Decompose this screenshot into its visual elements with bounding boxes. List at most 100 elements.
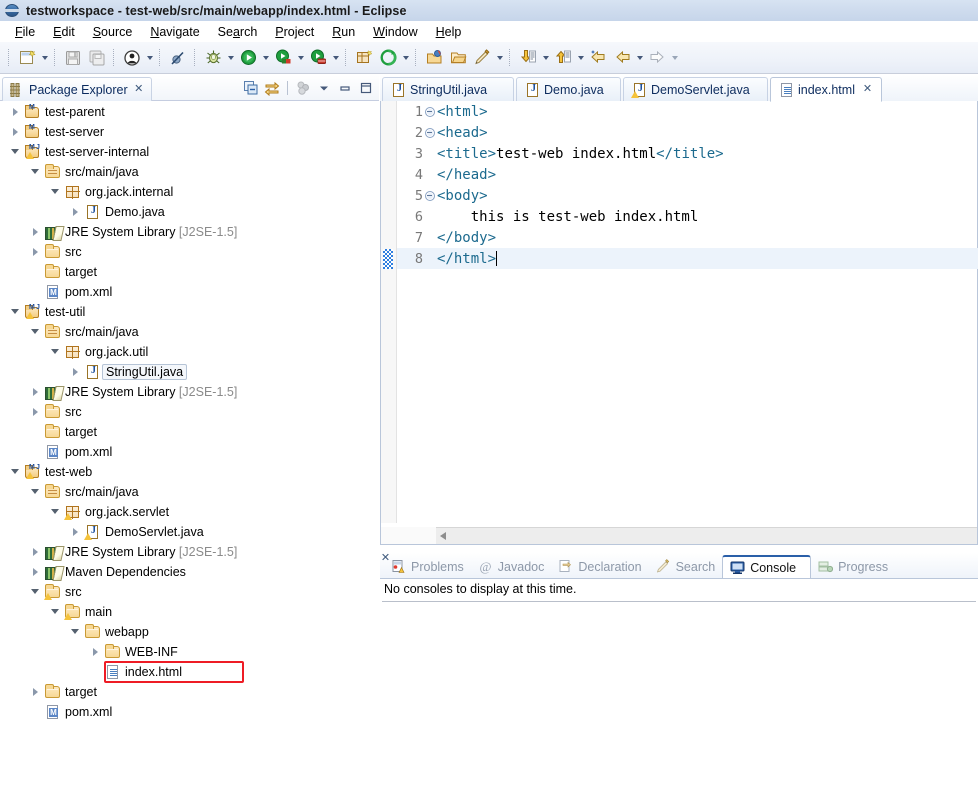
menu-edit[interactable]: Edit	[44, 24, 84, 40]
collapse-arrow-icon[interactable]	[68, 622, 84, 642]
next-annotation-dropdown-arrow[interactable]	[540, 47, 551, 69]
back-icon[interactable]	[587, 47, 609, 69]
editor-tab-demo-java[interactable]: Demo.java	[516, 77, 621, 102]
tree-item-webapp[interactable]: webapp	[0, 622, 377, 642]
bottom-tab-problems[interactable]: Problems	[384, 555, 471, 579]
tab-package-explorer[interactable]: Package Explorer ✕	[2, 77, 152, 101]
tree-item-main[interactable]: main	[0, 602, 377, 622]
expand-arrow-icon[interactable]	[28, 402, 44, 422]
tree-item-src[interactable]: src	[0, 402, 377, 422]
code-line[interactable]: 1 <html>	[397, 101, 957, 122]
run-external-tools-icon[interactable]	[272, 47, 294, 69]
tree-item-org-jack-servlet[interactable]: org.jack.servlet	[0, 502, 377, 522]
collapse-arrow-icon[interactable]	[48, 342, 64, 362]
back-history-icon[interactable]	[611, 47, 633, 69]
menu-file[interactable]: File	[6, 24, 44, 40]
tree-item-test-parent[interactable]: Mtest-parent	[0, 102, 377, 122]
tree-item-src-main-java[interactable]: src/main/java	[0, 162, 377, 182]
open-type-icon[interactable]	[377, 47, 399, 69]
tree-item-test-util[interactable]: M Jtest-util	[0, 302, 377, 322]
bottom-tab-search[interactable]: Search	[649, 555, 723, 579]
code-line[interactable]: 2 <head>	[397, 122, 957, 143]
expand-arrow-icon[interactable]	[28, 542, 44, 562]
collapse-arrow-icon[interactable]	[28, 322, 44, 342]
code-line[interactable]: 6 this is test-web index.html	[397, 206, 957, 227]
expand-arrow-icon[interactable]	[8, 122, 24, 142]
maximize-icon[interactable]	[357, 79, 375, 97]
back-dropdown-arrow[interactable]	[634, 47, 645, 69]
editor-body[interactable]: 1 <html> 2 <head> 3 <title>test-web index.htm…	[380, 101, 978, 545]
debug-dropdown-arrow[interactable]	[225, 47, 236, 69]
tree-item-test-web[interactable]: M Jtest-web	[0, 462, 377, 482]
collapse-arrow-icon[interactable]	[28, 482, 44, 502]
menu-help[interactable]: Help	[427, 24, 471, 40]
editor-tab-stringutil-java[interactable]: StringUtil.java	[382, 77, 514, 102]
tree-item-src-main-java[interactable]: src/main/java	[0, 322, 377, 342]
user-icon[interactable]	[121, 47, 143, 69]
debug-icon[interactable]	[202, 47, 224, 69]
fold-collapse-icon[interactable]	[423, 185, 437, 206]
expand-arrow-icon[interactable]	[68, 362, 84, 382]
fold-collapse-icon[interactable]	[423, 101, 437, 122]
close-icon[interactable]: ✕	[133, 84, 145, 95]
code-line[interactable]: 3 <title>test-web index.html</title>	[397, 143, 957, 164]
expand-arrow-icon[interactable]	[68, 522, 84, 542]
tree-item-web-inf[interactable]: WEB-INF	[0, 642, 377, 662]
expand-arrow-icon[interactable]	[28, 682, 44, 702]
expand-arrow-icon[interactable]	[88, 642, 104, 662]
collapse-arrow-icon[interactable]	[48, 602, 64, 622]
project-tree[interactable]: Mtest-parent Mtest-server M Jtest-server-in…	[0, 102, 377, 792]
editor-tab-demoservlet-java[interactable]: DemoServlet.java	[623, 77, 768, 102]
expand-arrow-icon[interactable]	[68, 202, 84, 222]
expand-arrow-icon[interactable]	[28, 562, 44, 582]
expand-arrow-icon[interactable]	[28, 222, 44, 242]
tree-item-stringutil-java[interactable]: StringUtil.java	[0, 362, 377, 382]
tree-item-target[interactable]: target	[0, 422, 377, 442]
view-menu-icon[interactable]	[315, 79, 333, 97]
tree-item-demoservlet-java[interactable]: DemoServlet.java	[0, 522, 377, 542]
menu-search[interactable]: Search	[209, 24, 267, 40]
search-dropdown-arrow[interactable]	[494, 47, 505, 69]
open-task-icon[interactable]	[423, 47, 445, 69]
tree-item-jre-system-library[interactable]: JRE System Library [J2SE-1.5]	[0, 222, 377, 242]
code-line[interactable]: 7 </body>	[397, 227, 957, 248]
console-view[interactable]: No consoles to display at this time.	[380, 578, 978, 792]
new-wizard-dropdown-arrow[interactable]	[39, 47, 50, 69]
bottom-tab-progress[interactable]: Progress	[811, 555, 895, 579]
coverage-dropdown-arrow[interactable]	[330, 47, 341, 69]
focus-on-active-task-icon[interactable]	[294, 79, 312, 97]
tree-item-test-server-internal[interactable]: M Jtest-server-internal	[0, 142, 377, 162]
collapse-arrow-icon[interactable]	[28, 162, 44, 182]
link-with-editor-icon[interactable]	[263, 79, 281, 97]
collapse-arrow-icon[interactable]	[28, 582, 44, 602]
new-java-package-icon[interactable]	[353, 47, 375, 69]
code-line[interactable]: 8 </html>	[397, 248, 978, 269]
editor-tab-index-html[interactable]: index.html ✕	[770, 77, 882, 102]
next-annotation-icon[interactable]	[517, 47, 539, 69]
collapse-arrow-icon[interactable]	[8, 142, 24, 162]
fold-collapse-icon[interactable]	[423, 122, 437, 143]
user-dropdown-arrow[interactable]	[144, 47, 155, 69]
collapse-all-icon[interactable]	[242, 79, 260, 97]
new-wizard-icon[interactable]	[16, 47, 38, 69]
tree-item-org-jack-internal[interactable]: org.jack.internal	[0, 182, 377, 202]
code-line[interactable]: 4 </head>	[397, 164, 957, 185]
tree-item-src[interactable]: src	[0, 582, 377, 602]
run-icon[interactable]	[237, 47, 259, 69]
editor-vertical-ruler[interactable]	[381, 101, 397, 523]
menu-source[interactable]: Source	[84, 24, 142, 40]
tree-item-src[interactable]: src	[0, 242, 377, 262]
bottom-tab-javadoc[interactable]: @ Javadoc	[471, 555, 552, 579]
bottom-tab-console[interactable]: Console ✕	[381, 553, 812, 579]
tree-item-test-server[interactable]: Mtest-server	[0, 122, 377, 142]
tree-item-target[interactable]: target	[0, 682, 377, 702]
close-icon[interactable]: ✕	[862, 84, 873, 95]
external-tools-dropdown-arrow[interactable]	[295, 47, 306, 69]
horizontal-scrollbar[interactable]	[436, 527, 977, 544]
menu-navigate[interactable]: Navigate	[141, 24, 208, 40]
expand-arrow-icon[interactable]	[28, 382, 44, 402]
collapse-arrow-icon[interactable]	[8, 302, 24, 322]
collapse-arrow-icon[interactable]	[8, 462, 24, 482]
skip-all-breakpoints-icon[interactable]	[167, 47, 189, 69]
tree-item-src-main-java[interactable]: src/main/java	[0, 482, 377, 502]
